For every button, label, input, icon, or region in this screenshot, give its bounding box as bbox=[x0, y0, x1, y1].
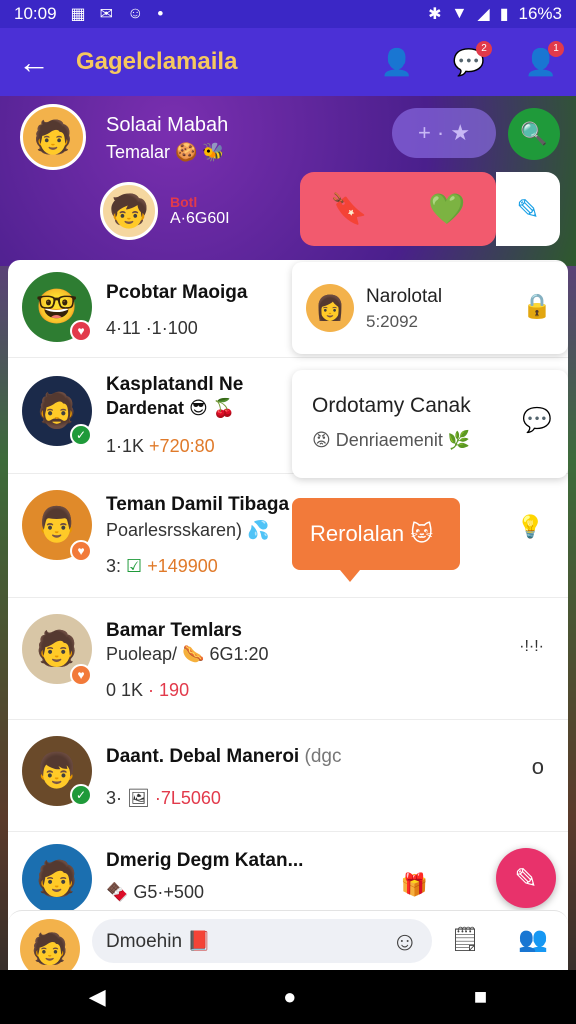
contacts-icon[interactable]: 👥 bbox=[518, 925, 548, 954]
chat-subtitle: Puoleap/ 🌭 6G1:20 bbox=[106, 644, 269, 664]
edit-icon: ✎ bbox=[516, 193, 540, 225]
chat-title: Kasplatandl Ne bbox=[106, 374, 244, 395]
heart-icon[interactable]: 💚 bbox=[428, 192, 465, 227]
chat-meta: 🍫 G5·+500 bbox=[106, 882, 204, 902]
compose-button[interactable]: ✎ bbox=[496, 848, 556, 908]
secondary-avatar[interactable]: 🧒 bbox=[100, 182, 158, 240]
nav-back-icon[interactable]: ◀ bbox=[89, 984, 106, 1010]
chat-title: Daant. Debal Maneroi bbox=[106, 746, 300, 767]
chat-meta: 3: bbox=[106, 556, 122, 576]
system-nav-bar: ◀ ● ■ bbox=[0, 970, 576, 1024]
chat-tag: (dgc bbox=[304, 746, 342, 767]
edit-icon: ✎ bbox=[514, 862, 538, 894]
check-icon: ☑ bbox=[126, 556, 143, 576]
status-badge: ♥ bbox=[70, 320, 92, 342]
chat-card[interactable]: Ordotamy Canak 😡 Denriaemenit 🌿 💬 bbox=[292, 370, 568, 478]
chat-title: Pcobtar Maoiga bbox=[106, 282, 248, 303]
action-card[interactable]: 🔖 💚 bbox=[300, 172, 496, 246]
card-subtitle: 5:2092 bbox=[366, 312, 418, 331]
lightbulb-icon[interactable]: 💡 bbox=[517, 514, 544, 540]
emoji-icon: ☺ bbox=[127, 5, 144, 22]
chat-meta: 0 1K bbox=[106, 680, 144, 700]
notification-badge: 1 bbox=[548, 40, 564, 57]
avatar: 🧑 bbox=[22, 844, 92, 914]
status-badge: ♥ bbox=[70, 664, 92, 686]
chat-count: +720:80 bbox=[149, 436, 215, 456]
signal-icon: ◢ bbox=[477, 6, 490, 23]
message-input[interactable]: Dmoehin 📕 ☺ bbox=[92, 919, 432, 963]
battery-level: 16%3 bbox=[518, 4, 562, 23]
battery-icon: ▮ bbox=[499, 6, 509, 23]
avatar: 👩 bbox=[306, 284, 354, 332]
tooltip-text: Rerolalan 🐱 bbox=[310, 521, 434, 546]
chat-icon[interactable]: 💬 2 bbox=[452, 40, 492, 78]
card-title: Narolotal bbox=[366, 286, 443, 307]
chat-subtitle: Dardenat 😎 🍒 bbox=[106, 398, 236, 418]
card-title: Ordotamy Canak bbox=[312, 394, 471, 417]
status-badge: ♥ bbox=[70, 540, 92, 562]
more-icon[interactable]: ·!·!· bbox=[519, 638, 544, 656]
more-icon[interactable]: o bbox=[532, 754, 544, 780]
list-item[interactable]: 🧑 ♥ Bamar Temlars Puoleap/ 🌭 6G1:20 0 1K… bbox=[8, 598, 568, 720]
edit-button[interactable]: ✎ bbox=[496, 172, 560, 246]
profile-tag: Botl bbox=[170, 194, 198, 210]
lock-icon[interactable]: 🔒 bbox=[522, 292, 552, 321]
search-icon: 🔍 bbox=[520, 121, 548, 146]
profile-header: 🧑 Solaai Mabah Temalar 🍪 🐝 🧒 Botl A·6G60… bbox=[0, 96, 576, 266]
chat-list: 🤓 ♥ Pcobtar Maoiga 4·11 ·1·100 🧔 ✓ Kaspl… bbox=[8, 260, 568, 968]
chat-title: Dmerig Degm Katan... bbox=[106, 850, 304, 871]
emoji-icon[interactable]: ☺ bbox=[391, 926, 418, 957]
chat-title: Teman Damil Tibaga bbox=[106, 494, 290, 515]
card-subtitle: 😡 Denriaemenit 🌿 bbox=[312, 430, 471, 450]
chat-badge: 2 bbox=[476, 40, 492, 57]
list-item[interactable]: 👨 ♥ Teman Damil Tibaga Poarlesrsskaren) … bbox=[8, 474, 568, 598]
chat-card[interactable]: 👩 Narolotal 5:2092 🔒 bbox=[292, 262, 568, 354]
app-title: Gagelclamaila bbox=[76, 48, 238, 75]
avatar[interactable]: 🧑 bbox=[20, 104, 86, 170]
quick-actions-pill[interactable]: + · ★ bbox=[392, 108, 496, 158]
nav-home-icon[interactable]: ● bbox=[283, 984, 296, 1010]
app-bar: ← Gagelclamaila 👤 💬 2 👤 1 bbox=[0, 28, 576, 96]
chat-meta: 1·1K bbox=[106, 436, 145, 456]
message-icon: ✉ bbox=[99, 6, 114, 23]
bluetooth-icon: ✱ bbox=[428, 6, 442, 23]
bookmark-icon[interactable]: 🔖 bbox=[330, 192, 367, 227]
verified-badge: ✓ bbox=[70, 424, 92, 446]
nav-recents-icon[interactable]: ■ bbox=[474, 984, 487, 1010]
verified-badge: ✓ bbox=[70, 784, 92, 806]
gift-icon[interactable]: 🎁 bbox=[401, 872, 428, 898]
profile-name: Solaai Mabah bbox=[106, 114, 229, 136]
status-dot: • bbox=[157, 4, 164, 23]
list-item[interactable]: 👦 ✓ Daant. Debal Maneroi (dgc 3· 🖼 ·7L50… bbox=[8, 720, 568, 832]
profile-subtitle: Temalar 🍪 🐝 bbox=[106, 142, 225, 162]
status-time: 10:09 bbox=[14, 4, 57, 23]
profile-code: A·6G60I bbox=[170, 210, 230, 227]
chat-meta: 3· 🖼 bbox=[106, 788, 150, 808]
attach-icon[interactable]: 🗒 bbox=[450, 925, 480, 954]
search-button[interactable]: 🔍 bbox=[508, 108, 560, 160]
chat-count: ·7L5060 bbox=[154, 788, 221, 808]
message-placeholder: Dmoehin 📕 bbox=[106, 931, 211, 952]
composer: 🧑 Dmoehin 📕 ☺ 🗒 👥 bbox=[8, 910, 568, 979]
notification-icon[interactable]: 👤 1 bbox=[524, 40, 564, 78]
status-bar: 10:09 ▦ ✉ ☺ • ✱ ▼ ◢ ▮ 16%3 bbox=[0, 0, 576, 28]
wifi-icon: ▼ bbox=[451, 5, 468, 22]
chat-count: +149900 bbox=[147, 556, 218, 576]
sim-icon: ▦ bbox=[70, 6, 86, 23]
chat-bubble-icon[interactable]: 💬 bbox=[522, 406, 552, 435]
chat-count: · 190 bbox=[148, 680, 190, 700]
profile-icon[interactable]: 👤 bbox=[380, 47, 414, 78]
chat-title: Bamar Temlars bbox=[106, 620, 242, 641]
back-arrow-icon[interactable]: ← bbox=[18, 44, 58, 81]
chat-meta: 4·11 ·1·100 bbox=[106, 318, 198, 338]
tooltip: Rerolalan 🐱 bbox=[292, 498, 460, 582]
chat-subtitle: Poarlesrsskaren) 💦 bbox=[106, 520, 270, 540]
